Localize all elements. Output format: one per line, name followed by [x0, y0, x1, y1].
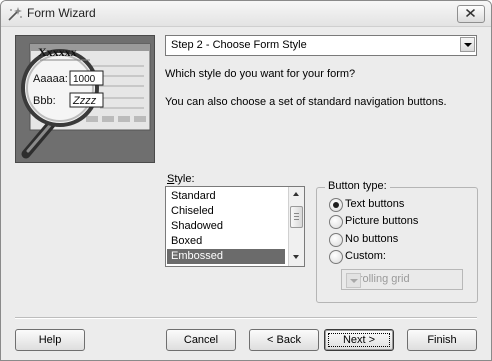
- radio-circle[interactable]: [329, 233, 343, 247]
- close-icon: [466, 9, 475, 17]
- hint-text: You can also choose a set of standard na…: [165, 96, 447, 108]
- window-title: Form Wizard: [27, 6, 96, 20]
- form-preview-illustration: Xxxxxx Aaaaa: 1000 Bbb: Zzzz: [16, 36, 154, 162]
- radio-custom-label: Custom:: [345, 250, 386, 262]
- wizard-illustration: Xxxxxx Aaaaa: 1000 Bbb: Zzzz: [15, 35, 155, 163]
- close-button[interactable]: [457, 5, 485, 23]
- next-button[interactable]: Next >: [324, 329, 394, 351]
- question-text: Which style do you want for your form?: [165, 68, 356, 80]
- scroll-up-arrow-icon[interactable]: [289, 187, 304, 202]
- style-item-standard[interactable]: Standard: [167, 189, 285, 204]
- chevron-down-icon[interactable]: [460, 37, 475, 52]
- title-bar[interactable]: Form Wizard: [1, 1, 491, 27]
- back-button[interactable]: < Back: [249, 329, 319, 351]
- cancel-button[interactable]: Cancel: [166, 329, 236, 351]
- radio-no-buttons-label: No buttons: [345, 233, 399, 245]
- scroll-down-arrow-icon[interactable]: [289, 250, 304, 265]
- custom-buttons-combobox: Scrolling grid: [341, 269, 463, 290]
- illustration-header-text: Xxxxxx: [38, 45, 77, 59]
- style-item-shadowed[interactable]: Shadowed: [167, 219, 285, 234]
- style-label-rest: tyle:: [174, 173, 195, 185]
- style-listbox[interactable]: Standard Chiseled Shadowed Boxed Embosse…: [165, 186, 305, 267]
- style-label: Style:: [167, 173, 195, 185]
- footer-separator: [15, 317, 477, 319]
- illustration-field2-label: Bbb:: [33, 95, 56, 107]
- radio-circle[interactable]: [329, 215, 343, 229]
- illustration-field2-value: Zzzz: [72, 95, 97, 107]
- radio-circle[interactable]: [329, 250, 343, 264]
- radio-text-buttons-label: Text buttons: [345, 198, 405, 210]
- radio-picture-buttons-label: Picture buttons: [345, 215, 419, 227]
- style-item-embossed[interactable]: Embossed: [167, 249, 285, 264]
- step-combobox[interactable]: Step 2 - Choose Form Style: [165, 35, 477, 56]
- style-item-chiseled[interactable]: Chiseled: [167, 204, 285, 219]
- wizard-wand-icon: [8, 7, 22, 21]
- style-list-scrollbar[interactable]: [288, 187, 304, 266]
- step-combobox-value: Step 2 - Choose Form Style: [171, 39, 307, 51]
- help-button[interactable]: Help: [15, 329, 85, 351]
- focus-ring: [328, 333, 390, 347]
- chevron-down-icon: [346, 273, 361, 288]
- form-wizard-dialog: Form Wizard Xxxxxx Aaaaa: 1000 Bbb: Zzzz…: [0, 0, 492, 361]
- button-type-label: Button type:: [325, 180, 390, 192]
- style-item-boxed[interactable]: Boxed: [167, 234, 285, 249]
- radio-circle-checked[interactable]: [329, 198, 343, 212]
- scroll-thumb[interactable]: [290, 206, 303, 228]
- finish-button[interactable]: Finish: [407, 329, 477, 351]
- illustration-field1-value: 1000: [73, 74, 96, 85]
- illustration-field1-label: Aaaaa:: [33, 73, 68, 85]
